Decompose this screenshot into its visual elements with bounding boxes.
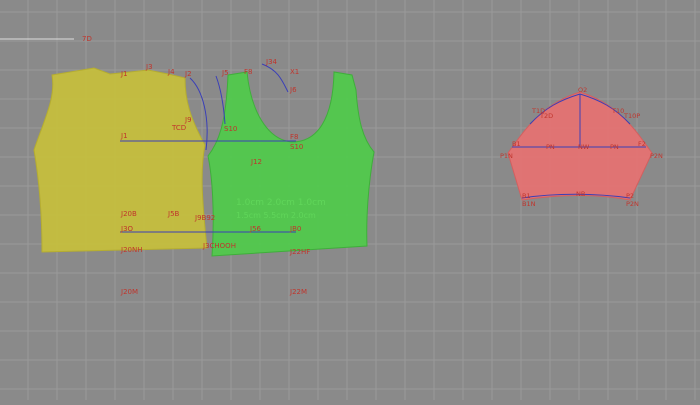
label-j1b: J1 [120, 132, 128, 140]
label-s-nw: NW [578, 143, 590, 151]
pattern-canvas-svg[interactable]: 7D J3 J4 J1 J2 J5 F8 J34 X1 J6 J9 TCD S1… [0, 0, 700, 400]
label-s-bl: B1 [522, 192, 531, 200]
label-j9: J9 [184, 116, 192, 124]
label-s-bl2: B1N [522, 200, 536, 208]
label-j12: J12 [250, 158, 262, 166]
pattern-canvas[interactable]: 7D J3 J4 J1 J2 J5 F8 J34 X1 J6 J9 TCD S1… [0, 0, 700, 400]
label-f8b: F8 [290, 133, 298, 141]
label-s10: S10 [224, 125, 237, 133]
label-f8: F8 [244, 68, 252, 76]
label-jb0: JB0 [289, 225, 301, 233]
label-j6: J6 [289, 86, 297, 94]
label-t-cd: TCD [171, 124, 186, 132]
label-s-r: F2 [638, 140, 646, 148]
label-s-tr2: T10P [623, 112, 640, 120]
front-watermark-line1: 1.0cm 2.0cm 1.0cm [236, 198, 326, 208]
label-s-l: B1 [512, 140, 521, 148]
label-s-br: P2 [626, 192, 634, 200]
label-j5: J5 [221, 69, 229, 77]
front-watermark-line2: 1.5cm 5.5cm 2.0cm [236, 211, 316, 220]
label-j4: J4 [167, 68, 175, 76]
label-j20b: J20B [120, 210, 137, 218]
label-j56: J56 [249, 225, 262, 233]
label-s-br2: P2N [626, 200, 639, 208]
label-s-bm: NB [576, 190, 585, 198]
label-j22m: J22M [289, 288, 307, 296]
label-x1: X1 [290, 68, 299, 76]
label-s-top: O2 [578, 86, 587, 94]
label-j-mid: J9B92 [194, 214, 215, 222]
label-j3: J3 [145, 63, 153, 71]
label-top-ref: 7D [82, 35, 92, 43]
label-j20nh: J20NH [120, 246, 142, 254]
label-j30h: J3CHOOH [202, 242, 236, 250]
label-s10b: S10 [290, 143, 303, 151]
label-s-tr: T10 [611, 107, 624, 115]
label-s-tl2: T2D [539, 112, 553, 120]
label-j1: J1 [120, 70, 128, 78]
label-j2-left: J2 [184, 70, 192, 78]
label-s-pn-l: PN [546, 143, 555, 151]
label-j22h: J22HF [289, 248, 310, 256]
label-s-lr: P1N [500, 152, 513, 160]
label-s-pn-r: PN [610, 143, 619, 151]
label-j5b: J5B [167, 210, 180, 218]
label-j20m: J20M [120, 288, 138, 296]
label-j-bot-l: J3O [120, 225, 134, 233]
label-j34: J34 [265, 58, 278, 66]
label-s-rr: P2N [650, 152, 663, 160]
